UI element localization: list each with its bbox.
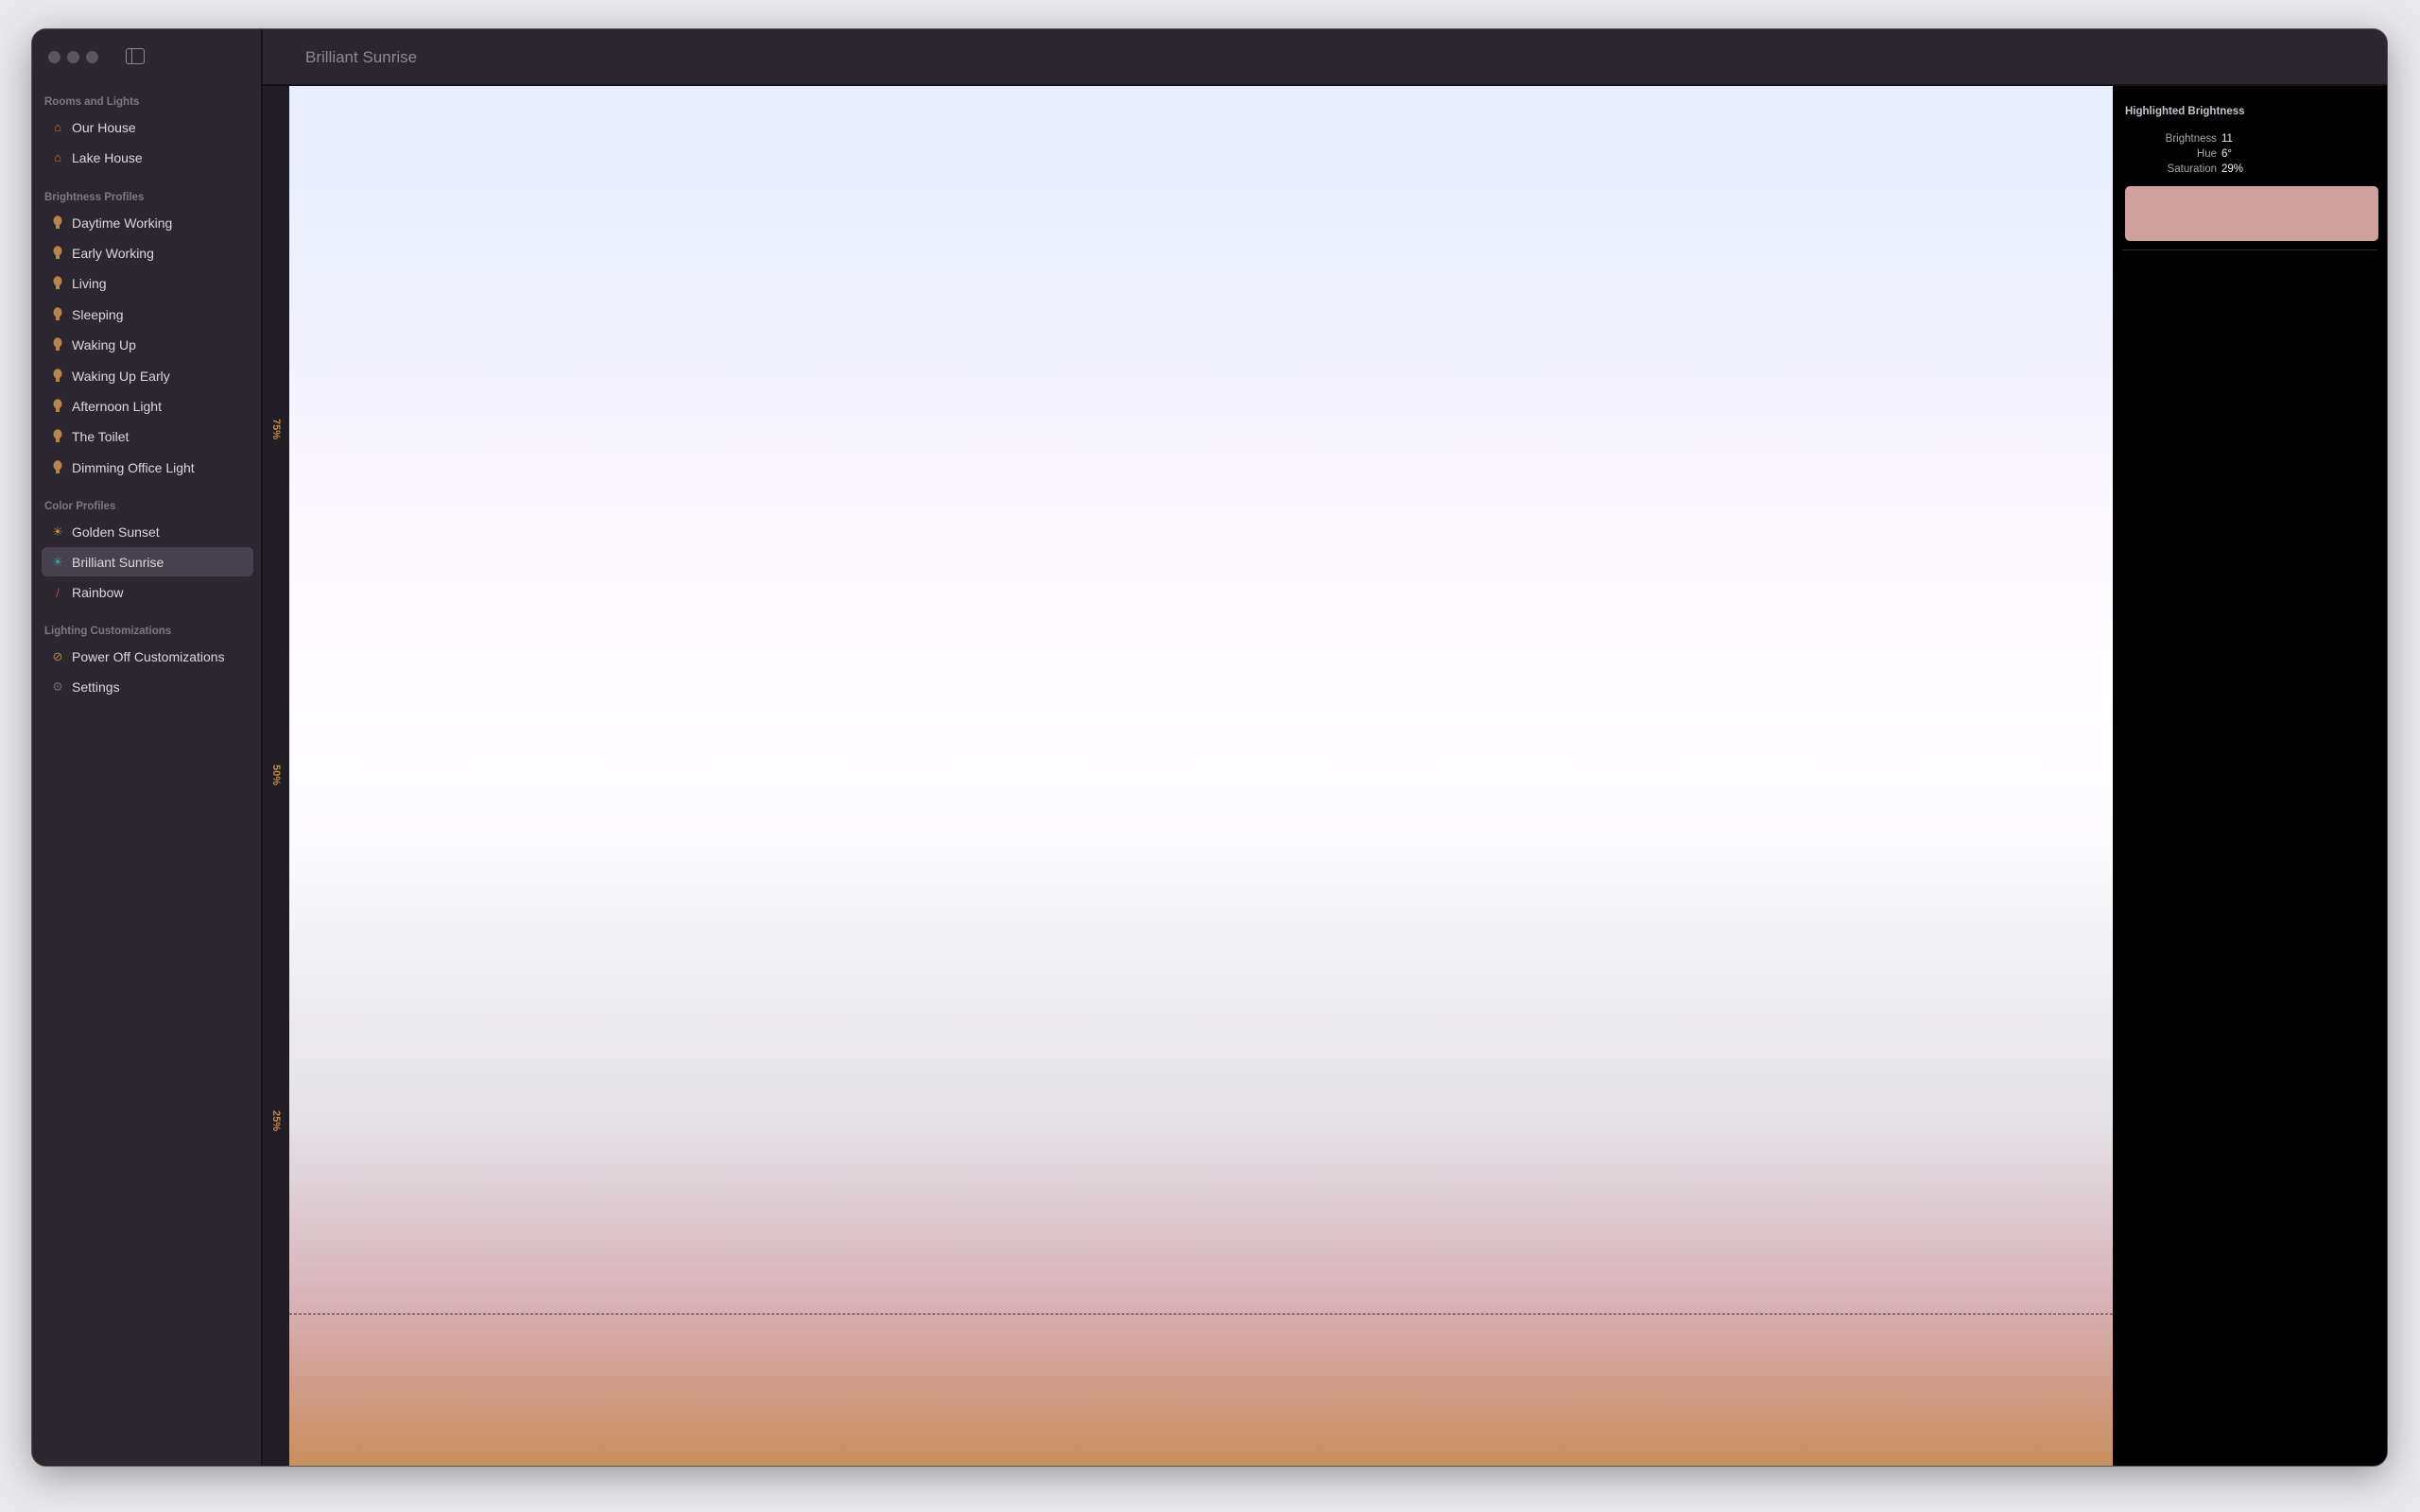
house-icon: ⌂ <box>54 120 61 134</box>
sidebar-item-label: Rainbow <box>72 585 124 601</box>
sidebar-item-golden-sunset[interactable]: ☀ Golden Sunset <box>42 517 253 546</box>
sidebar-item-label: Living <box>72 276 107 292</box>
hue-label: Hue <box>2196 148 2217 160</box>
saturation-label: Saturation <box>2167 163 2217 175</box>
lightbulb-icon <box>47 246 68 261</box>
sidebar-item-brilliant-sunrise[interactable]: ☀ Brilliant Sunrise <box>42 547 253 577</box>
sidebar-item-settings[interactable]: ⚙ Settings <box>42 672 253 701</box>
sunset-icon: ☀ <box>52 524 63 539</box>
lightbulb-icon <box>47 276 68 291</box>
sidebar-item-power-off-customizations[interactable]: ⊘ Power Off Customizations <box>42 642 253 671</box>
section-header: Rooms and Lights <box>44 96 140 108</box>
lightbulb-icon <box>47 306 68 322</box>
sidebar-item-label: Settings <box>72 679 120 695</box>
gear-icon: ⚙ <box>52 679 63 694</box>
sidebar-item-lake-house[interactable]: ⌂ Lake House <box>42 143 253 172</box>
sidebar-item-afternoon-light[interactable]: Afternoon Light <box>42 391 253 421</box>
sidebar-item-label: Waking Up <box>72 337 136 353</box>
section-header: Lighting Customizations <box>44 626 172 637</box>
sidebar-item-label: Dimming Office Light <box>72 459 195 475</box>
sidebar-item-label: Lake House <box>72 149 143 165</box>
window-title: Brilliant Sunrise <box>305 48 418 66</box>
brightness-label: Brightness <box>2165 133 2217 145</box>
sidebar-item-dimming-office-light[interactable]: Dimming Office Light <box>42 453 253 482</box>
lightbulb-icon <box>47 337 68 352</box>
sidebar-item-waking-up-early[interactable]: Waking Up Early <box>42 361 253 390</box>
lightbulb-icon <box>47 368 68 384</box>
sidebar-item-daytime-working[interactable]: Daytime Working <box>42 208 253 237</box>
section-header: Color Profiles <box>44 501 116 512</box>
lightbulb-icon <box>47 429 68 444</box>
brightness-value: 11 <box>2221 133 2233 145</box>
sidebar-item-rainbow[interactable]: / Rainbow <box>42 578 253 608</box>
axis-label-50: 50% <box>270 764 282 786</box>
axis-label-25: 25% <box>270 1109 282 1132</box>
sidebar-item-waking-up[interactable]: Waking Up <box>42 331 253 360</box>
sidebar-item-label: Sleeping <box>72 306 124 322</box>
sidebar-item-living[interactable]: Living <box>42 269 253 299</box>
sidebar: Rooms and Lights ⌂ Our House ⌂ Lake House Bri… <box>32 29 263 1466</box>
sidebar-item-label: Brilliant Sunrise <box>72 554 164 570</box>
hue-value: 6° <box>2221 148 2232 160</box>
title-bar: Brilliant Sunrise <box>263 29 2387 86</box>
sidebar-toggle-icon[interactable] <box>126 48 145 64</box>
saturation-value: 29% <box>2221 163 2244 175</box>
lightbulb-slash-icon: ⊘ <box>52 648 63 663</box>
house-icon: ⌂ <box>54 150 61 165</box>
zoom-button[interactable] <box>86 51 98 63</box>
sidebar-item-label: Golden Sunset <box>72 524 160 540</box>
panel-heading: Highlighted Brightness <box>2125 106 2245 117</box>
sidebar-item-sleeping[interactable]: Sleeping <box>42 300 253 329</box>
sidebar-item-label: Our House <box>72 119 136 135</box>
app-window: Rooms and Lights ⌂ Our House ⌂ Lake House Bri… <box>31 28 2388 1467</box>
close-button[interactable] <box>48 51 60 63</box>
sidebar-item-label: Afternoon Light <box>72 398 162 414</box>
sidebar-item-label: Early Working <box>72 245 154 261</box>
sidebar-item-label: Waking Up Early <box>72 368 170 384</box>
sidebar-item-the-toilet[interactable]: The Toilet <box>42 422 253 452</box>
color-swatch <box>2125 186 2378 241</box>
gradient-preview[interactable] <box>289 86 2113 1466</box>
lightbulb-icon <box>47 215 68 231</box>
sidebar-item-label: Daytime Working <box>72 215 173 231</box>
lightbulb-icon <box>47 459 68 475</box>
sunrise-icon: ☀ <box>52 554 63 569</box>
eyedropper-icon: / <box>56 585 60 600</box>
window-controls <box>48 51 98 63</box>
sidebar-item-our-house[interactable]: ⌂ Our House <box>42 112 253 142</box>
sidebar-item-label: The Toilet <box>72 429 130 445</box>
brightness-axis: 75% 50% 25% <box>263 86 289 1466</box>
inspector-panel: Highlighted Brightness Brightness 11 Hue… <box>2113 86 2387 1466</box>
section-header: Brightness Profiles <box>44 192 145 203</box>
sidebar-item-early-working[interactable]: Early Working <box>42 238 253 267</box>
sidebar-item-label: Power Off Customizations <box>72 648 225 664</box>
lightbulb-icon <box>47 399 68 414</box>
minimize-button[interactable] <box>67 51 79 63</box>
axis-label-75: 75% <box>270 418 282 440</box>
divider <box>2122 249 2377 250</box>
